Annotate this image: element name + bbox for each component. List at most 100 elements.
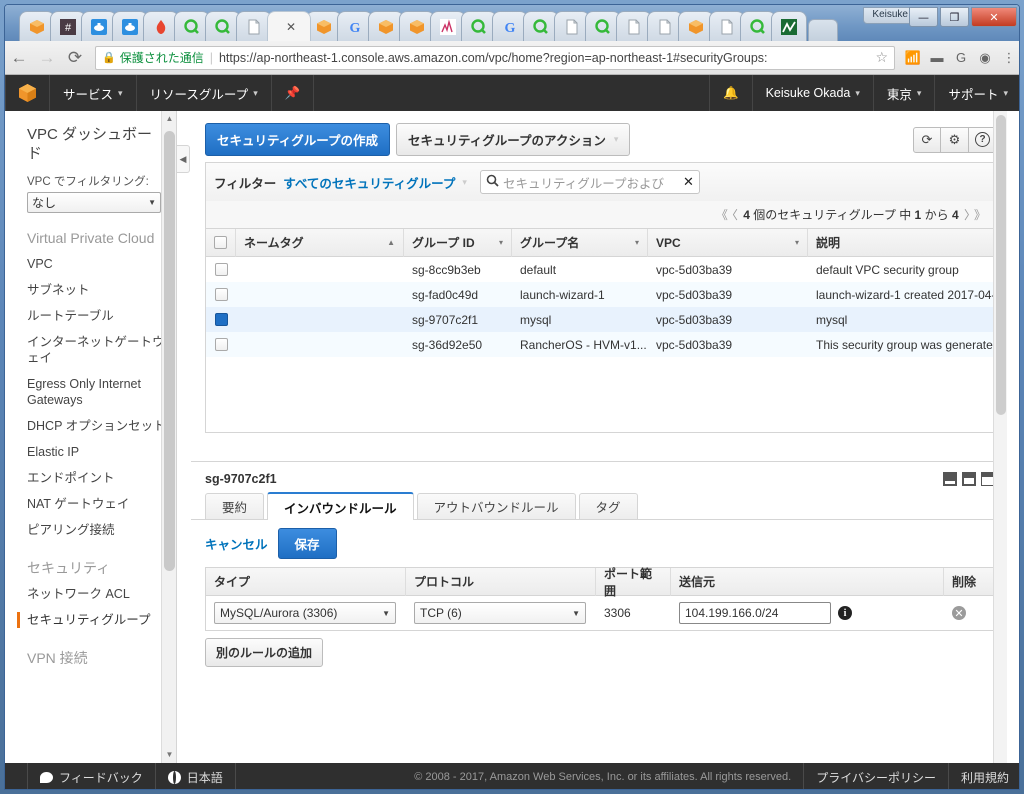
browser-tabs[interactable]: # ✕ G G — [19, 11, 838, 41]
row-select-cell[interactable] — [206, 257, 236, 282]
pager-prev-icon[interactable]: 〈 — [730, 208, 740, 222]
filter-label: フィルター — [214, 176, 277, 191]
sidebar-collapse-button[interactable]: ◀ — [177, 145, 190, 173]
table-row[interactable]: sg-fad0c49d launch-wizard-1 vpc-5d03ba39 la… — [206, 282, 996, 307]
delete-rule-icon[interactable]: ✕ — [952, 606, 966, 620]
gear-icon[interactable]: ⚙ — [941, 126, 969, 153]
main-scroll-thumb[interactable] — [996, 115, 1006, 415]
terminal-extension-icon[interactable]: ▬ — [925, 50, 949, 65]
nav-resource-groups[interactable]: リソースグループ ▾ — [137, 75, 272, 111]
table-row[interactable]: sg-8cc9b3eb default vpc-5d03ba39 default VP… — [206, 257, 996, 282]
cancel-button[interactable]: キャンセル — [205, 534, 268, 553]
address-bar[interactable]: 🔒 保護された通信 | https://ap-northeast-1.conso… — [95, 45, 895, 70]
nav-services[interactable]: サービス ▾ — [50, 75, 137, 111]
forward-icon[interactable]: → — [33, 48, 61, 68]
table-row[interactable]: sg-36d92e50 RancherOS - HVM-v1... vpc-5d03… — [206, 332, 996, 357]
row-select-cell[interactable] — [206, 307, 236, 332]
sidebar-item-g0-7[interactable]: エンドポイント — [5, 465, 176, 491]
minimize-button[interactable]: — — [909, 7, 938, 27]
pager-next-icon[interactable]: 〉 — [962, 208, 972, 222]
close-button[interactable]: ✕ — [971, 7, 1017, 27]
rss-extension-icon[interactable]: 📶 — [901, 50, 925, 66]
sidebar-item-vpc[interactable]: VPC — [5, 251, 176, 277]
filter-bar: フィルター すべてのセキュリティグループ ▾ セキュリティグループおよび ✕ — [205, 162, 997, 201]
column-group-name[interactable]: グループ名 ▾ — [512, 228, 648, 257]
aws-logo[interactable] — [5, 75, 50, 111]
notifications-bell-icon[interactable]: 🔔 — [709, 75, 752, 111]
shield-extension-icon[interactable]: ◉ — [973, 50, 997, 66]
nav-account[interactable]: Keisuke Okada ▾ — [751, 75, 873, 111]
sidebar-vpc-filter-select[interactable]: なし ▼ — [27, 192, 161, 213]
tab-インバウンドルール[interactable]: インバウンドルール — [267, 492, 414, 520]
panel-half-icon[interactable] — [962, 472, 976, 486]
tab-要約[interactable]: 要約 — [205, 493, 265, 519]
sidebar-item-nat[interactable]: NAT ゲートウェイ — [5, 491, 176, 517]
select-all-checkbox[interactable] — [214, 236, 227, 249]
sidebar-item-dhcp[interactable]: DHCP オプションセット — [5, 413, 176, 439]
security-group-actions-button[interactable]: セキュリティグループのアクション ▾ — [396, 123, 631, 156]
row-select-cell[interactable] — [206, 282, 236, 307]
sidebar-item-g0-3[interactable]: インターネットゲートウェイ — [5, 329, 176, 371]
terms-link[interactable]: 利用規約 — [947, 763, 1019, 789]
rule-protocol-select[interactable]: TCP (6) ▼ — [414, 602, 586, 624]
add-rule-button[interactable]: 別のルールの追加 — [205, 638, 324, 667]
rule-type-select[interactable]: MySQL/Aurora (3306) ▼ — [214, 602, 396, 624]
sidebar-scroll-thumb[interactable] — [164, 131, 175, 571]
row-checkbox[interactable] — [214, 263, 228, 276]
row-checkbox[interactable] — [214, 313, 228, 326]
sidebar-item-egress-only-internet-gateways[interactable]: Egress Only Internet Gateways — [5, 371, 176, 413]
row-checkbox[interactable] — [214, 338, 228, 351]
tab-アウトバウンドルール[interactable]: アウトバウンドルール — [416, 493, 576, 519]
column-vpc[interactable]: VPC ▾ — [648, 228, 808, 257]
maximize-button[interactable]: ❐ — [940, 7, 969, 27]
browser-menu-icon[interactable]: ⋮ — [997, 50, 1019, 66]
sidebar-vpc-filter-value: なし — [32, 196, 57, 210]
column-description[interactable]: 説明 — [808, 229, 996, 257]
feedback-button[interactable]: フィードバック — [27, 763, 156, 789]
create-security-group-button[interactable]: セキュリティグループの作成 — [205, 123, 391, 156]
rule-source-input[interactable]: 104.199.166.0/24 — [679, 602, 831, 624]
bookmark-star-icon[interactable]: ☆ — [869, 49, 888, 66]
detail-tabs[interactable]: 要約 インバウンドルール アウトバウンドルール タグ — [191, 492, 1007, 520]
main-scrollbar[interactable] — [993, 111, 1007, 763]
scroll-down-icon[interactable]: ▼ — [162, 747, 176, 763]
browser-tab[interactable] — [771, 11, 807, 41]
google-extension-icon[interactable]: G — [949, 50, 973, 65]
filter-value-dropdown[interactable]: すべてのセキュリティグループ — [283, 173, 455, 192]
sidebar-item-g0-9[interactable]: ピアリング接続 — [5, 517, 176, 543]
sidebar-item-g0-1[interactable]: サブネット — [5, 277, 176, 303]
back-icon[interactable]: ← — [5, 48, 33, 68]
table-row[interactable]: sg-9707c2f1 mysql vpc-5d03ba39 mysql — [206, 307, 996, 332]
close-icon[interactable]: ✕ — [286, 20, 296, 34]
search-input[interactable]: セキュリティグループおよび ✕ — [479, 170, 700, 194]
sidebar-item-g1-1[interactable]: セキュリティグループ — [5, 607, 176, 633]
language-button[interactable]: 日本語 — [156, 763, 236, 789]
refresh-icon[interactable]: ⟳ — [913, 126, 941, 153]
row-select-cell[interactable] — [206, 332, 236, 357]
save-button[interactable]: 保存 — [277, 528, 337, 559]
column-group-id[interactable]: グループ ID ▾ — [404, 228, 512, 257]
row-vpc: vpc-5d03ba39 — [656, 262, 733, 277]
new-tab-button[interactable] — [808, 19, 838, 41]
row-checkbox[interactable] — [214, 288, 228, 301]
clear-search-icon[interactable]: ✕ — [683, 174, 694, 190]
nav-pin-icon[interactable]: 📌 — [272, 75, 315, 111]
column-name-tag[interactable]: ネームタグ ▲ — [236, 228, 404, 257]
scroll-up-icon[interactable]: ▲ — [162, 111, 176, 127]
aws-cube-icon — [19, 84, 36, 102]
pager-first-icon[interactable]: 《 — [714, 208, 730, 222]
tab-タグ[interactable]: タグ — [578, 493, 638, 519]
info-icon[interactable]: i — [838, 606, 852, 620]
sidebar-scrollbar[interactable]: ▲ ▼ — [161, 111, 176, 763]
nav-support[interactable]: サポート ▾ — [934, 75, 1019, 111]
nav-region[interactable]: 東京 ▾ — [872, 75, 935, 111]
sidebar-item-elastic-ip[interactable]: Elastic IP — [5, 439, 176, 465]
sidebar-item-acl[interactable]: ネットワーク ACL — [5, 581, 176, 607]
sidebar-item-g0-2[interactable]: ルートテーブル — [5, 303, 176, 329]
reload-icon[interactable]: ⟳ — [61, 48, 89, 68]
select-all-header[interactable] — [206, 228, 236, 257]
browser-tab[interactable]: ✕ — [267, 11, 311, 41]
pager-last-icon[interactable]: 》 — [972, 208, 988, 222]
privacy-policy-link[interactable]: プライバシーポリシー — [803, 763, 948, 789]
panel-collapse-icon[interactable] — [943, 472, 957, 486]
